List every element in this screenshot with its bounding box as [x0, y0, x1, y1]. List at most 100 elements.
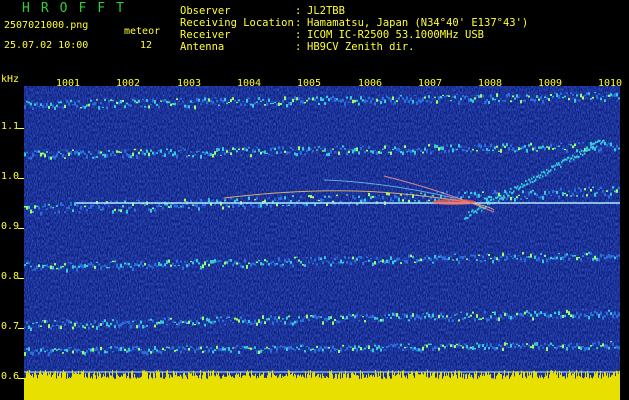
amplitude-spike: [598, 377, 599, 381]
amplitude-spike: [34, 372, 35, 381]
band-speck: [527, 182, 529, 185]
band-speck: [530, 190, 532, 194]
band-speck: [344, 102, 346, 106]
band-speck: [208, 98, 210, 102]
band-speck: [466, 95, 468, 98]
amplitude-spike: [551, 370, 552, 381]
band-speck: [554, 92, 556, 94]
amplitude-spike: [419, 374, 420, 381]
band-speck: [222, 265, 224, 267]
band-speck: [176, 98, 178, 101]
band-speck: [464, 149, 466, 151]
amplitude-spike: [162, 372, 163, 381]
band-speck: [608, 195, 610, 199]
amplitude-spike: [155, 378, 156, 381]
band-speck: [518, 147, 520, 151]
amplitude-spike: [531, 372, 532, 381]
band-speck: [360, 199, 362, 203]
band-speck: [110, 322, 112, 326]
band-speck: [506, 256, 508, 260]
band-speck: [504, 145, 506, 148]
band-speck: [562, 256, 564, 260]
band-speck: [54, 319, 56, 322]
band-speck: [302, 100, 304, 104]
band-speck: [591, 146, 593, 149]
amplitude-spike: [360, 370, 361, 381]
band-speck: [458, 319, 460, 322]
band-speck: [334, 151, 336, 153]
band-speck: [588, 347, 590, 350]
band-speck: [599, 139, 601, 142]
band-speck: [430, 101, 432, 104]
band-speck: [72, 149, 74, 151]
band-speck: [146, 351, 148, 356]
amplitude-spike: [402, 370, 403, 381]
band-speck: [304, 350, 306, 353]
band-speck: [518, 194, 520, 196]
band-speck: [538, 346, 540, 350]
band-speck: [234, 317, 236, 320]
amplitude-spike: [84, 377, 85, 381]
band-speck: [526, 343, 528, 345]
amplitude-spike: [522, 378, 523, 381]
band-speck: [564, 253, 566, 258]
band-speck: [488, 318, 490, 321]
band-speck: [178, 150, 180, 152]
amplitude-spike: [413, 375, 414, 381]
amplitude-spike: [193, 370, 194, 381]
band-speck: [62, 154, 64, 158]
amplitude-spike: [319, 377, 320, 381]
band-speck: [254, 263, 256, 266]
amplitude-spike: [385, 378, 386, 381]
band-speck: [172, 102, 174, 106]
band-speck: [500, 256, 502, 258]
band-speck: [392, 344, 394, 348]
band-speck: [356, 147, 358, 152]
info-value-location: Hamamatsu, Japan (N34°40' E137°43'): [307, 17, 529, 29]
amplitude-spike: [512, 373, 513, 381]
band-speck: [246, 98, 248, 103]
band-speck: [244, 103, 246, 106]
band-speck: [278, 146, 280, 150]
band-speck: [366, 100, 368, 103]
band-speck: [342, 145, 344, 148]
band-speck: [124, 149, 126, 153]
band-speck: [576, 94, 578, 97]
band-speck: [596, 95, 598, 99]
amplitude-spike: [576, 370, 577, 381]
band-speck: [594, 310, 596, 313]
band-speck: [516, 187, 518, 190]
band-speck: [36, 150, 38, 153]
band-speck: [569, 160, 571, 163]
amplitude-spike: [572, 373, 573, 381]
amplitude-spike: [523, 371, 524, 381]
band-speck: [496, 93, 498, 97]
band-speck: [212, 100, 214, 104]
band-speck: [580, 93, 582, 98]
band-speck: [196, 203, 198, 208]
band-speck: [364, 150, 366, 154]
band-speck: [24, 205, 26, 208]
amplitude-spike: [215, 376, 216, 381]
band-speck: [52, 349, 54, 352]
info-colon: :: [295, 17, 302, 29]
band-speck: [502, 196, 504, 199]
amplitude-spike: [604, 372, 605, 381]
amplitude-spike: [462, 377, 463, 381]
band-speck: [64, 157, 66, 159]
amplitude-spike: [26, 372, 27, 381]
amplitude-spike: [529, 372, 530, 381]
band-speck: [136, 199, 138, 201]
band-speck: [206, 151, 208, 154]
meteor-label: meteor: [124, 26, 161, 37]
band-speck: [70, 262, 72, 265]
band-speck: [102, 347, 104, 349]
band-speck: [478, 193, 480, 198]
band-speck: [394, 146, 396, 150]
band-speck: [292, 322, 294, 326]
band-speck: [170, 317, 172, 320]
band-speck: [520, 312, 522, 317]
amplitude-spike: [493, 378, 494, 381]
band-speck: [28, 205, 30, 209]
band-speck: [438, 96, 440, 100]
